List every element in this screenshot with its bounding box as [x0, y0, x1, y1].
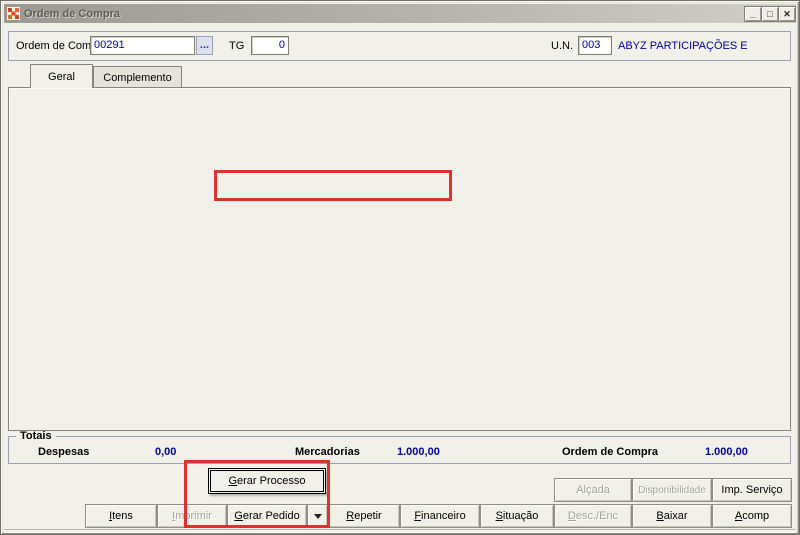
totais-title: Totais: [16, 430, 56, 442]
close-icon[interactable]: ✕: [778, 6, 796, 22]
ordem-compra-total-value: 1.000,00: [705, 446, 748, 458]
ordem-compra-total-label: Ordem de Compra: [562, 446, 658, 458]
tab-geral[interactable]: Geral: [30, 64, 93, 88]
situacao-button[interactable]: Situação: [480, 504, 554, 528]
un-input[interactable]: 003: [578, 36, 612, 55]
order-number-input[interactable]: 00291: [90, 36, 195, 55]
mercadorias-label: Mercadorias: [295, 446, 360, 458]
un-name-text: ABYZ PARTICIPAÇÕES E: [618, 40, 748, 52]
acomp-button[interactable]: Acomp: [712, 504, 792, 528]
disponibilidade-button: Disponibilidade: [632, 478, 712, 502]
un-label: U.N.: [551, 40, 573, 52]
title-bar[interactable]: Ordem de Compra: [4, 4, 796, 23]
bottom-frame-line: [4, 529, 796, 533]
despesas-label: Despesas: [38, 446, 90, 458]
tg-label: TG: [229, 40, 245, 52]
app-icon: [7, 7, 20, 20]
repetir-button[interactable]: Repetir: [328, 504, 400, 528]
tab-complemento[interactable]: Complemento: [93, 66, 182, 88]
annotation-gerar-processo-highlight: [184, 460, 330, 528]
maximize-icon[interactable]: □: [761, 6, 779, 22]
imp-servico-button[interactable]: Imp. Serviço: [712, 478, 792, 502]
itens-button[interactable]: Itens: [85, 504, 157, 528]
order-browse-button[interactable]: ...: [196, 36, 213, 55]
tab-page-geral: [8, 87, 791, 431]
baixar-button[interactable]: Baixar: [632, 504, 712, 528]
desc-enc-button: Desc./Enc: [554, 504, 632, 528]
tg-input[interactable]: 0: [251, 36, 289, 55]
mercadorias-value: 1.000,00: [397, 446, 440, 458]
alcada-button: Alçada: [554, 478, 632, 502]
minimize-icon[interactable]: _: [744, 6, 762, 22]
window-title: Ordem de Compra: [24, 7, 120, 20]
ordem-de-compra-window: Ordem de Compra _ □ ✕ Ordem de Compra 00…: [0, 0, 800, 535]
annotation-indice-highlight: [214, 170, 452, 201]
financeiro-button[interactable]: Financeiro: [400, 504, 480, 528]
despesas-value: 0,00: [155, 446, 177, 458]
